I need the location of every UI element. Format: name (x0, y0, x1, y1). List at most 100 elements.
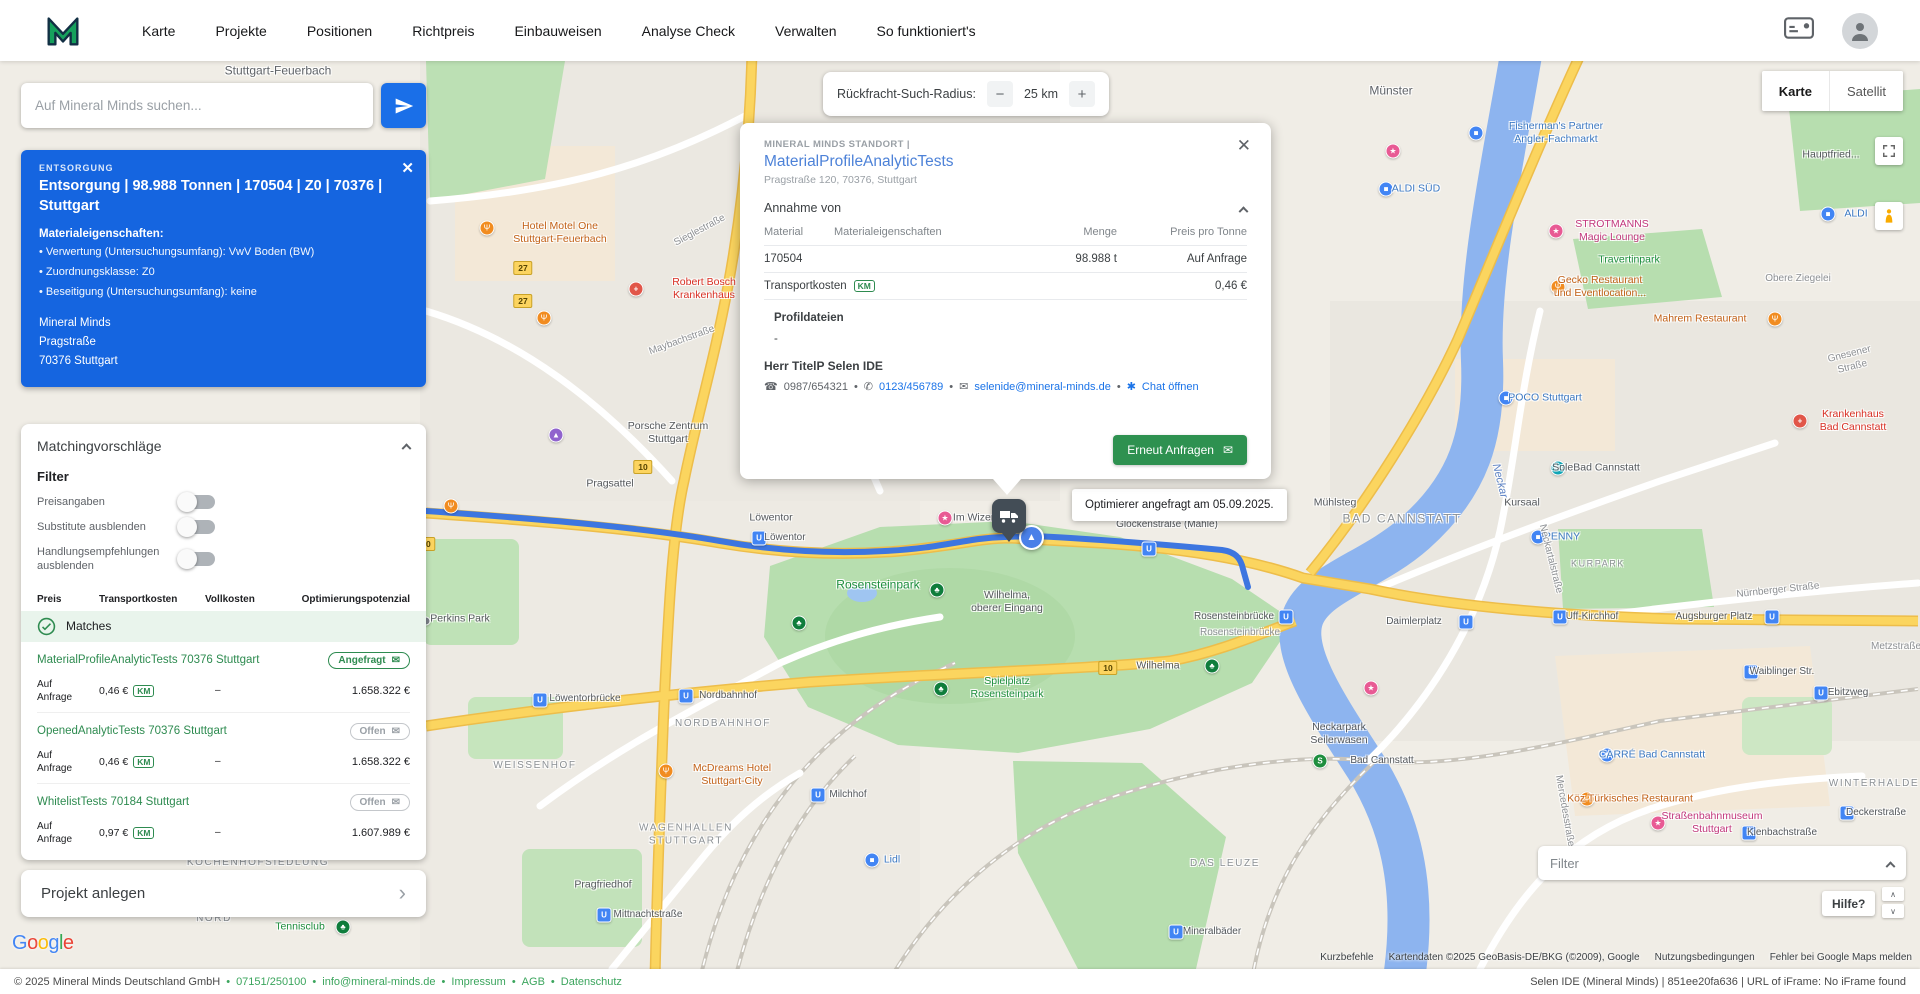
nav-projekte[interactable]: Projekte (215, 23, 266, 39)
ubahn-poi-icon[interactable]: U (811, 788, 826, 803)
shop-poi-icon[interactable]: ■ (1600, 748, 1615, 763)
scroll-down-button[interactable]: ∨ (1882, 904, 1904, 918)
mineral-minds-logo[interactable] (42, 10, 84, 52)
tree-poi-icon[interactable]: ♣ (930, 583, 945, 598)
ubahn-poi-icon[interactable]: U (1553, 610, 1568, 625)
tree-poi-icon[interactable]: ♣ (1205, 659, 1220, 674)
open-chat-link[interactable]: Chat öffnen (1142, 381, 1199, 393)
datenschutz-link[interactable]: Datenschutz (561, 976, 622, 988)
match-name-link[interactable]: MaterialProfileAnalyticTests 70376 Stutt… (37, 654, 259, 666)
ubahn-poi-icon[interactable]: U (533, 693, 548, 708)
attr-poi-icon[interactable]: ★ (1651, 816, 1666, 831)
collapse-chevron-icon[interactable] (1239, 206, 1249, 216)
ubahn-poi-icon[interactable]: U (752, 531, 767, 546)
separator: • (312, 976, 316, 988)
nav-richtpreis[interactable]: Richtpreis (412, 23, 474, 39)
mus-poi-icon[interactable]: ▲ (549, 428, 564, 443)
hosp-poi-icon[interactable]: + (1793, 414, 1808, 429)
spa-poi-icon[interactable]: ≈ (1551, 461, 1566, 476)
shop-poi-icon[interactable]: ■ (1821, 207, 1836, 222)
contact-email[interactable]: selenide@mineral-minds.de (974, 381, 1111, 393)
disposal-close-icon[interactable]: ✕ (401, 159, 414, 177)
attr-poi-icon[interactable]: ★ (1364, 681, 1379, 696)
shop-poi-icon[interactable]: ■ (1379, 182, 1394, 197)
status-badge[interactable]: Angefragt✉ (328, 652, 410, 669)
terms-link[interactable]: Nutzungsbedingungen (1655, 952, 1755, 963)
popup-close-icon[interactable]: ✕ (1237, 136, 1251, 156)
shop-poi-icon[interactable]: ■ (1531, 530, 1546, 545)
ubahn-poi-icon[interactable]: U (1459, 615, 1474, 630)
nav-positionen[interactable]: Positionen (307, 23, 372, 39)
map-type-karte[interactable]: Karte (1762, 71, 1829, 111)
attr-poi-icon[interactable]: ★ (1549, 224, 1564, 239)
food-poi-icon[interactable]: Ψ (444, 499, 459, 514)
match-name-link[interactable]: OpenedAnalyticTests 70376 Stuttgart (37, 725, 227, 737)
pegman-button[interactable] (1875, 202, 1903, 230)
ubahn-poi-icon[interactable]: U (679, 689, 694, 704)
ubahn-poi-icon[interactable]: U (1765, 610, 1780, 625)
request-again-label: Erneut Anfragen (1127, 443, 1214, 457)
toggle-switch[interactable] (179, 520, 215, 534)
shortcuts-link[interactable]: Kurzbefehle (1320, 952, 1373, 963)
shop-poi-icon[interactable]: ■ (865, 853, 880, 868)
shop-poi-icon[interactable]: ■ (1469, 126, 1484, 141)
popup-title-link[interactable]: MaterialProfileAnalyticTests (764, 153, 1247, 171)
attr-poi-icon[interactable]: ★ (1386, 144, 1401, 159)
map-type-satellit[interactable]: Satellit (1829, 71, 1903, 111)
food-poi-icon[interactable]: Ψ (537, 311, 552, 326)
radius-increase-button[interactable]: + (1069, 81, 1095, 107)
search-submit-button[interactable] (381, 83, 426, 128)
sbahn-poi-icon[interactable]: S (1313, 754, 1328, 769)
nav-karte[interactable]: Karte (142, 23, 175, 39)
food-poi-icon[interactable]: Ψ (1768, 312, 1783, 327)
status-badge[interactable]: Offen✉ (350, 794, 411, 811)
ubahn-poi-icon[interactable]: U (1814, 686, 1829, 701)
impressum-link[interactable]: Impressum (451, 976, 505, 988)
food-poi-icon[interactable]: Ψ (1551, 280, 1566, 295)
help-button[interactable]: Hilfe? (1822, 891, 1875, 916)
user-avatar[interactable] (1842, 13, 1878, 49)
ubahn-poi-icon[interactable]: U (1142, 542, 1157, 557)
tree-poi-icon[interactable]: ♣ (934, 682, 949, 697)
ubahn-poi-icon[interactable]: U (1742, 826, 1757, 841)
ubahn-poi-icon[interactable]: U (1169, 925, 1184, 940)
ubahn-poi-icon[interactable]: U (597, 908, 612, 923)
attr-poi-icon[interactable]: ★ (938, 511, 953, 526)
request-again-button[interactable]: Erneut Anfragen ✉ (1113, 435, 1247, 465)
fullscreen-button[interactable] (1875, 137, 1903, 165)
create-project-button[interactable]: Projekt anlegen › (21, 870, 426, 917)
match-name-link[interactable]: WhitelistTests 70184 Stuttgart (37, 796, 189, 808)
footer-phone-link[interactable]: 07151/250100 (236, 976, 306, 988)
chevron-up-icon[interactable] (1886, 861, 1896, 871)
hosp-poi-icon[interactable]: + (629, 282, 644, 297)
shop-poi-icon[interactable]: ■ (1499, 391, 1514, 406)
collapse-chevron-icon[interactable] (402, 443, 412, 453)
ubahn-poi-icon[interactable]: U (1279, 610, 1294, 625)
tree-poi-icon[interactable]: ♣ (336, 920, 351, 935)
scroll-up-button[interactable]: ∧ (1882, 887, 1904, 901)
contact-mobile[interactable]: 0123/456789 (879, 381, 943, 393)
tree-poi-icon[interactable]: ♣ (792, 616, 807, 631)
nav-einbauweisen[interactable]: Einbauweisen (514, 23, 601, 39)
keycard-icon[interactable] (1784, 17, 1814, 44)
map-viewport[interactable]: Stuttgart-FeuerbachHotel Motel One Stutt… (0, 61, 1920, 969)
map-filter-box[interactable]: Filter (1538, 846, 1906, 880)
food-poi-icon[interactable]: Ψ (480, 221, 495, 236)
food-poi-icon[interactable]: Ψ (659, 764, 674, 779)
nav-analyse-check[interactable]: Analyse Check (642, 23, 735, 39)
footer-email-link[interactable]: info@mineral-minds.de (322, 976, 435, 988)
status-badge[interactable]: Offen✉ (350, 723, 411, 740)
ubahn-poi-icon[interactable]: U (1744, 665, 1759, 680)
road-number-badge: 27 (513, 294, 532, 308)
nav-verwalten[interactable]: Verwalten (775, 23, 836, 39)
report-error-link[interactable]: Fehler bei Google Maps melden (1770, 952, 1912, 963)
toggle-switch[interactable] (179, 495, 215, 509)
search-input[interactable] (21, 83, 373, 128)
food-poi-icon[interactable]: Ψ (1580, 792, 1595, 807)
property-item: • Beseitigung (Untersuchungsumfang): kei… (39, 285, 408, 300)
ubahn-poi-icon[interactable]: U (1840, 806, 1855, 821)
toggle-switch[interactable] (179, 552, 215, 566)
agb-link[interactable]: AGB (522, 976, 545, 988)
nav-so-funktionierts[interactable]: So funktioniert's (877, 23, 976, 39)
radius-decrease-button[interactable]: − (987, 81, 1013, 107)
